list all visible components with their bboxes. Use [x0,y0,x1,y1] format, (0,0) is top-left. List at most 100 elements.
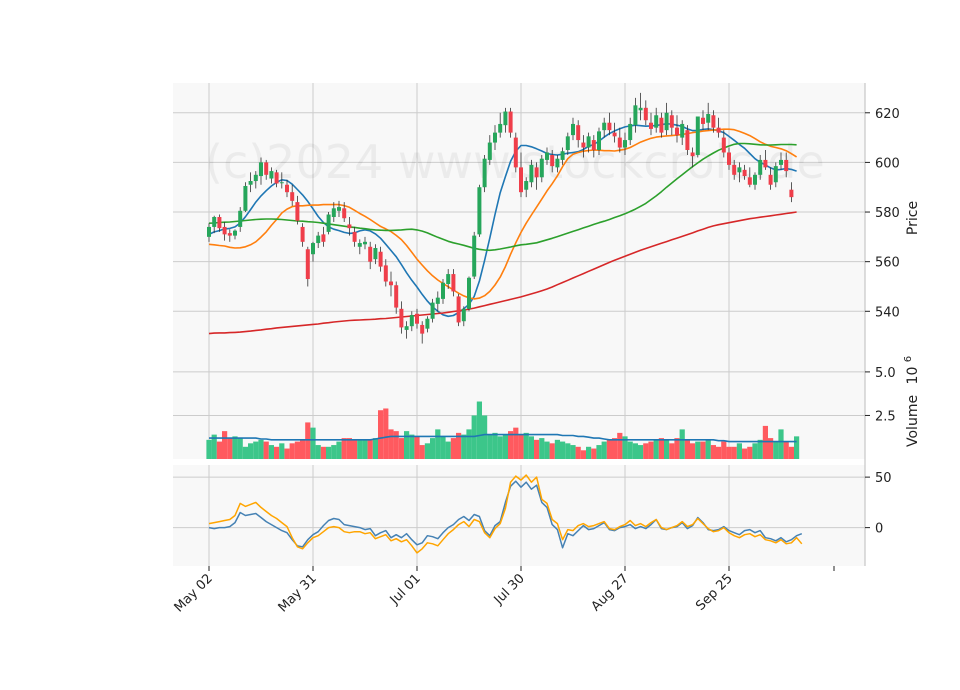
volume-bar [695,441,701,459]
volume-bar [216,441,222,459]
candle-body [326,214,331,232]
volume-bar [726,446,732,459]
volume-bar [596,445,602,459]
candle-body [212,217,217,227]
volume-bar [549,443,555,459]
volume-bar [601,441,607,459]
volume-bar [580,450,586,459]
volume-bar [487,434,493,459]
candle-body [779,159,783,165]
candle-body [737,167,742,173]
candle-body [711,115,716,128]
volume-bar [721,441,727,459]
volume-bar [248,443,254,459]
volume-bar [554,439,560,459]
volume-bar [419,445,425,459]
x-tick-label: May 02 [172,571,216,615]
volume-bar [783,441,789,459]
volume-bar [606,439,612,459]
candle-body [659,117,664,133]
volume-bar [404,431,410,459]
candle-body [394,285,399,308]
volume-bar [773,441,779,459]
volume-bar [627,441,633,459]
volume-bar [378,410,384,459]
x-tick-label: May 31 [276,571,320,615]
candle-body [773,166,778,183]
candle-body [539,158,544,178]
volume-bar [414,436,420,459]
volume-bar [638,445,644,459]
volume-bar [674,438,680,459]
volume-bar [320,446,326,459]
volume-bar [794,436,800,459]
volume-bar [232,436,238,459]
volume-bar [752,443,758,459]
candle-body [675,127,679,136]
candle-body [253,174,258,182]
candle-body [222,226,227,235]
candle-body [565,136,570,150]
volume-bar [664,439,670,459]
volume-bar [372,438,378,459]
volume-bar [700,441,706,459]
x-tick-label: Jul 30 [491,571,528,608]
candle-body [649,122,653,129]
candle-body [342,208,347,219]
candle-body [706,114,711,123]
volume-bar [534,439,540,459]
volume-bar [736,443,742,459]
volume-bar [305,422,311,459]
volume-bar [445,441,451,459]
candle-body [534,167,539,178]
candle-body [290,192,295,201]
candle-body [461,308,466,322]
volume-bar [206,439,212,459]
candle-body [233,230,237,236]
candle-body [545,152,549,160]
price-axis-label: Price [905,201,921,235]
volume-bar [669,443,675,459]
candle-body [727,152,731,165]
volume-bar [227,438,233,459]
candle-body [560,151,565,160]
y-tick-label: 620 [875,107,900,122]
volume-bar [757,439,763,459]
candle-body [487,142,492,160]
y-tick-label: 5.0 [875,366,896,381]
candle-body [441,282,445,299]
candle-body [404,326,409,330]
volume-bar [341,438,347,459]
y-tick-label: 560 [875,256,900,271]
candle-body [331,208,336,217]
volume-bar [762,425,768,459]
y-tick-label: 540 [875,305,900,320]
volume-bar [518,434,524,459]
volume-bar [690,443,696,459]
candle-body [742,169,747,177]
volume-bar [466,429,472,459]
volume-bar [482,415,488,459]
candle-body [295,202,300,221]
candle-body [269,171,274,179]
candle-body [409,315,414,327]
candle-body [695,116,700,155]
volume-bar [742,448,748,459]
volume-bar [544,441,550,459]
candle-body [446,274,451,284]
volume-bar [560,441,566,459]
candle-body [217,217,222,229]
volume-bar [398,438,404,459]
candle-body [337,207,341,211]
volume-bar [778,429,784,459]
volume-bar [237,438,243,459]
candle-body [576,125,581,141]
volume-bar [424,443,430,459]
candle-body [207,226,211,237]
candle-body [305,249,310,280]
volume-bar [679,429,685,459]
candle-body [519,167,523,193]
volume-bar [258,439,264,459]
volume-bar [346,438,352,459]
volume-bar [617,432,623,459]
